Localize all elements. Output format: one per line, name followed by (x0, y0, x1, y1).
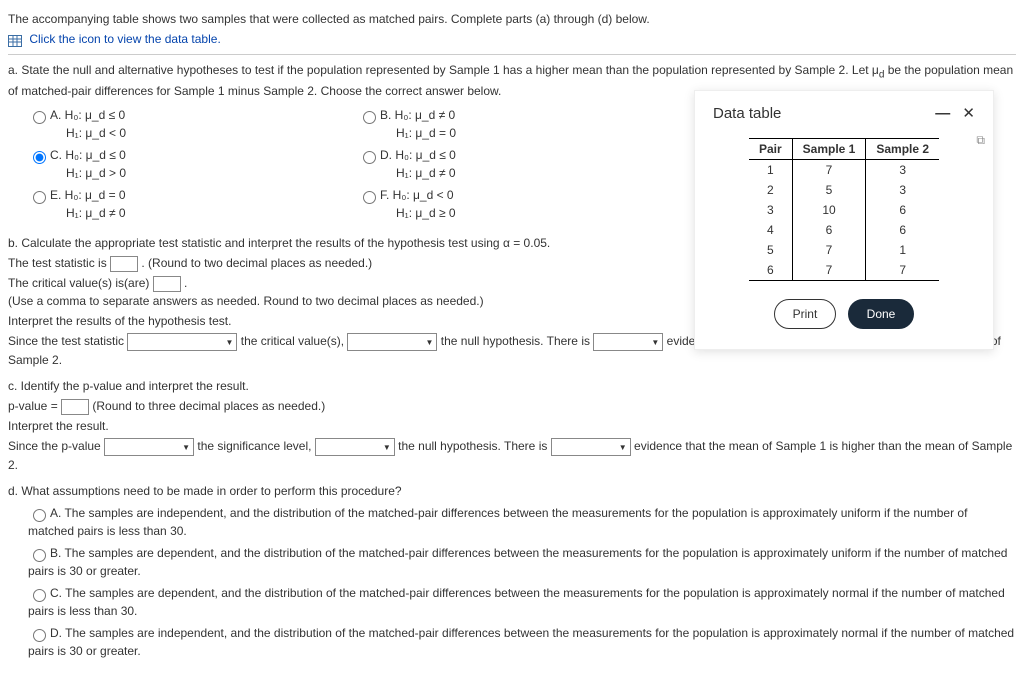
b-dropdown-2[interactable] (347, 333, 437, 351)
radio-a-A[interactable] (33, 111, 46, 124)
panel-title: Data table (713, 103, 781, 126)
test-stat-label: The test statistic is (8, 256, 110, 270)
table-row: 571 (749, 240, 939, 260)
view-data-link[interactable]: Click the icon to view the data table. (29, 32, 220, 46)
b-dropdown-1[interactable] (127, 333, 237, 351)
table-row: 253 (749, 180, 939, 200)
c-dropdown-3[interactable] (551, 438, 631, 456)
print-button[interactable]: Print (774, 299, 837, 329)
data-table-panel: Data table — ✕ ⧉ Pair Sample 1 Sample 2 … (694, 90, 994, 350)
radio-a-C[interactable] (33, 151, 46, 164)
table-row: 173 (749, 159, 939, 180)
critical-value-input[interactable] (153, 276, 181, 292)
crit-value-label: The critical value(s) is(are) (8, 276, 153, 290)
close-icon[interactable]: ✕ (962, 105, 975, 122)
radio-a-F[interactable] (363, 191, 376, 204)
data-table-icon[interactable] (8, 34, 22, 46)
data-table: Pair Sample 1 Sample 2 173 253 3106 466 … (749, 138, 939, 281)
radio-a-D[interactable] (363, 151, 376, 164)
divider (8, 54, 1016, 55)
radio-d-D[interactable] (33, 629, 46, 642)
minimize-icon[interactable]: — (935, 105, 950, 122)
table-row: 466 (749, 220, 939, 240)
test-statistic-input[interactable] (110, 256, 138, 272)
pvalue-input[interactable] (61, 399, 89, 415)
c-dropdown-2[interactable] (315, 438, 395, 456)
done-button[interactable]: Done (848, 299, 915, 329)
radio-d-C[interactable] (33, 589, 46, 602)
part-d-prompt: d. What assumptions need to be made in o… (8, 482, 1016, 500)
radio-a-E[interactable] (33, 191, 46, 204)
c-dropdown-1[interactable] (104, 438, 194, 456)
radio-a-B[interactable] (363, 111, 376, 124)
c-interpret-head: Interpret the result. (8, 417, 1016, 435)
part-c-prompt: c. Identify the p-value and interpret th… (8, 377, 1016, 395)
b-dropdown-3[interactable] (593, 333, 663, 351)
table-row: 677 (749, 260, 939, 281)
radio-d-B[interactable] (33, 549, 46, 562)
radio-d-A[interactable] (33, 509, 46, 522)
table-row: 3106 (749, 200, 939, 220)
intro-text: The accompanying table shows two samples… (8, 10, 1016, 28)
copy-icon[interactable]: ⧉ (976, 131, 985, 149)
